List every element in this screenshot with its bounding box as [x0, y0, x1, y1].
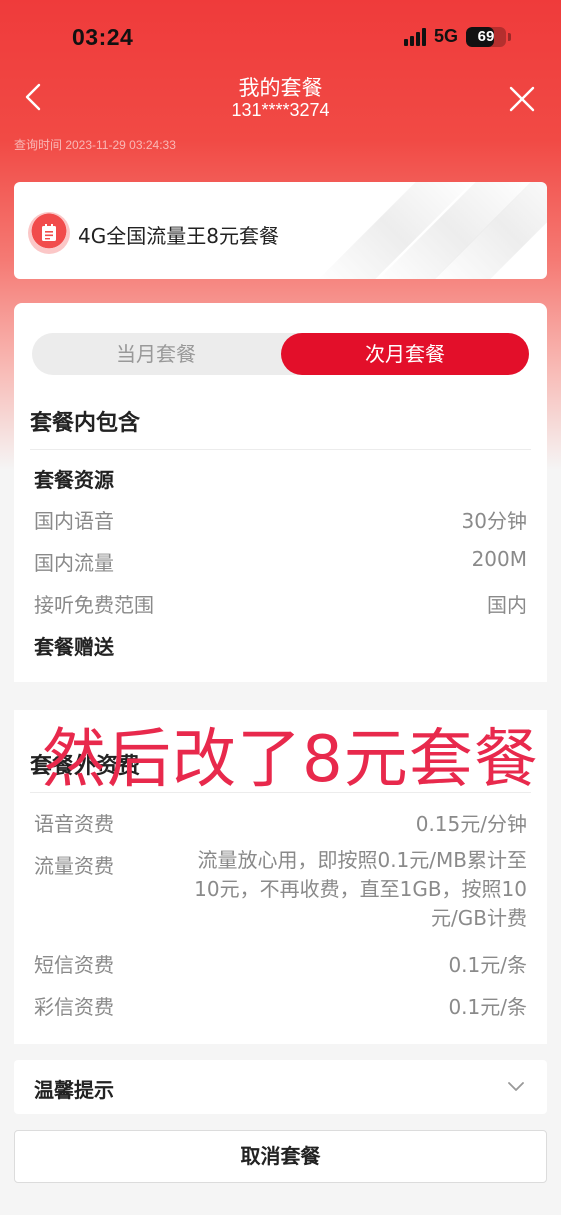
- row-value: 国内: [487, 593, 527, 617]
- row-label: 短信资费: [34, 953, 114, 977]
- row-value: 200M: [471, 547, 527, 571]
- page-title: 我的套餐: [238, 76, 323, 100]
- included-section: 套餐内包含 套餐资源 国内语音 30分钟 国内流量 200M 接听免费范围 国内…: [14, 383, 547, 682]
- row-label: 语音资费: [34, 812, 114, 836]
- phone-number: 131****3274: [231, 100, 330, 120]
- row-label: 国内流量: [34, 551, 114, 575]
- resources-title: 套餐资源: [34, 468, 114, 492]
- status-bar: 03:24 5G 69: [0, 0, 561, 70]
- status-indicators: 5G 69: [403, 26, 511, 47]
- network-type: 5G: [433, 26, 458, 46]
- tab-current-month[interactable]: 当月套餐: [32, 333, 280, 375]
- overlay-annotation: 然后改了8元套餐: [42, 723, 539, 797]
- row-label: 接听免费范围: [34, 593, 154, 617]
- row-label: 流量资费: [34, 854, 114, 878]
- month-switch: 当月套餐 次月套餐: [32, 333, 529, 375]
- row-value: 0.1元/条: [448, 953, 527, 977]
- plan-name: 4G全国流量王8元套餐: [78, 224, 279, 248]
- signal-icon: [403, 27, 426, 46]
- status-time: 03:24: [72, 24, 134, 50]
- cancel-plan-button[interactable]: 取消套餐: [14, 1130, 547, 1183]
- month-switch-card: 当月套餐 次月套餐: [14, 303, 547, 383]
- row-value: 0.15元/分钟: [415, 812, 527, 836]
- divider: [30, 449, 531, 450]
- close-icon[interactable]: [509, 86, 535, 112]
- nav-bar: 我的套餐 131****3274: [0, 68, 561, 128]
- plan-card: 4G全国流量王8元套餐: [14, 182, 547, 279]
- tips-title: 温馨提示: [34, 1078, 114, 1102]
- row-value: 30分钟: [461, 509, 527, 533]
- row-label: 国内语音: [34, 509, 114, 533]
- included-title: 套餐内包含: [30, 411, 141, 436]
- gift-title: 套餐赠送: [34, 635, 114, 659]
- row-label: 彩信资费: [34, 995, 114, 1019]
- battery-cap: [508, 32, 511, 41]
- battery-icon: 69: [466, 26, 506, 47]
- row-value: 流量放心用，即按照0.1元/MB累计至10元，不再收费，直至1GB，按照10元/…: [194, 848, 527, 930]
- plan-icon: [28, 212, 70, 254]
- tab-next-month[interactable]: 次月套餐: [281, 333, 529, 375]
- query-time: 查询时间 2023-11-29 03:24:33: [14, 138, 176, 152]
- row-value: 0.1元/条: [448, 995, 527, 1019]
- tips-accordion[interactable]: 温馨提示: [14, 1060, 547, 1114]
- chevron-down-icon: [508, 1082, 524, 1091]
- battery-percent: 69: [477, 27, 495, 45]
